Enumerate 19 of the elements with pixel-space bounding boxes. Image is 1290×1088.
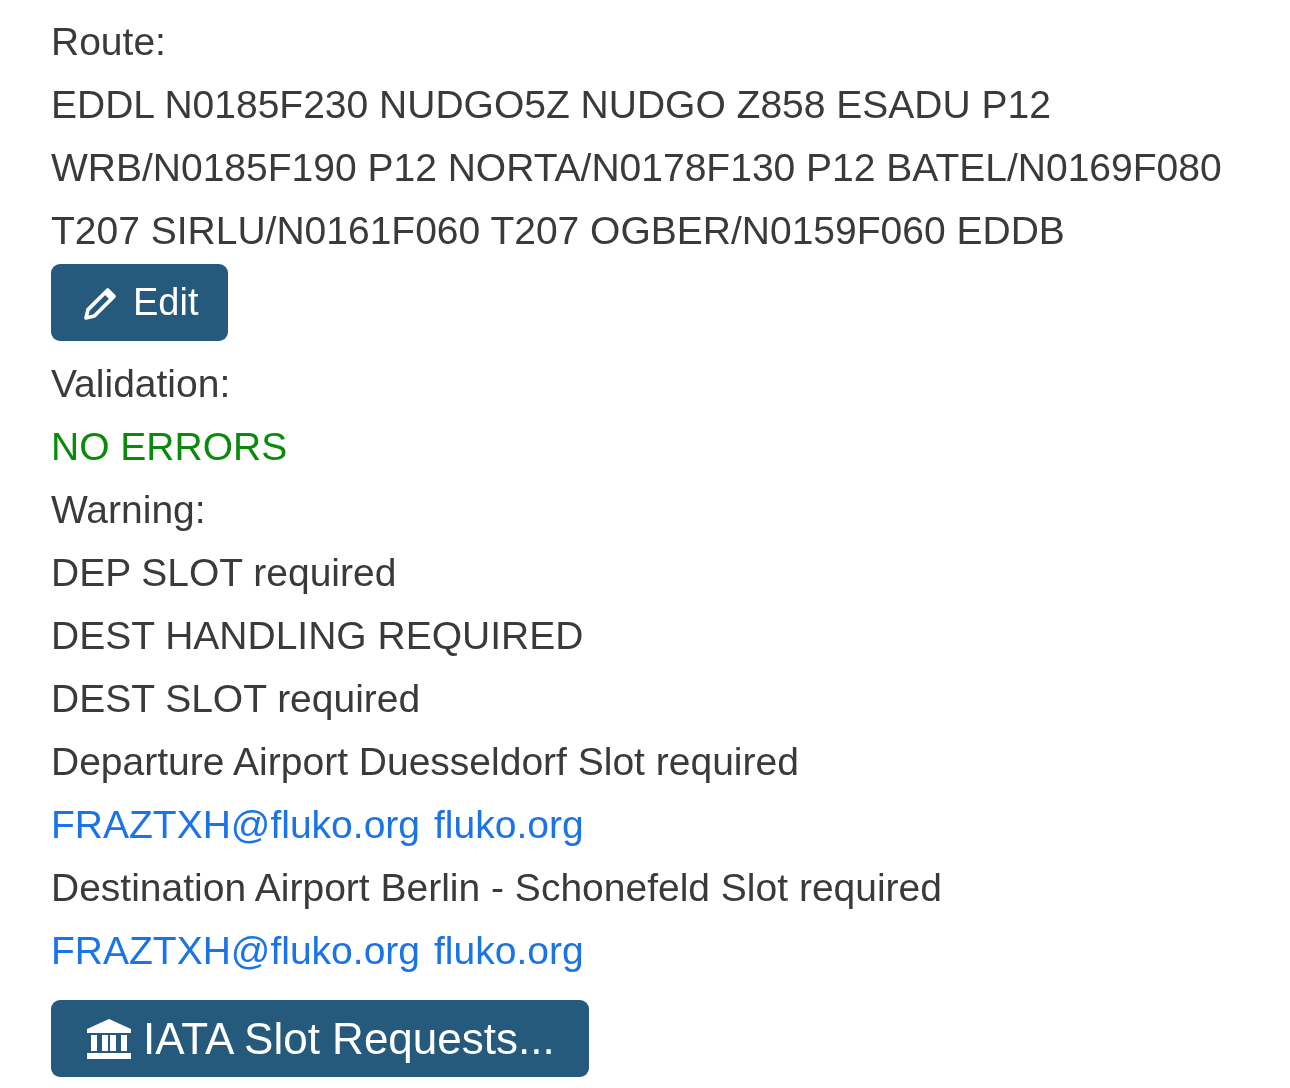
warning-label: Warning: xyxy=(51,487,207,533)
warning-text: DEP SLOT required xyxy=(51,550,398,596)
contact-link[interactable]: fluko.org xyxy=(434,793,584,856)
warning-text: Destination Airport Berlin - Schonefeld Slot required xyxy=(51,865,943,911)
edit-button[interactable]: Edit xyxy=(51,264,229,341)
warning-text: Departure Airport Duesseldorf Slot required xyxy=(51,739,800,785)
warning-text: DEST HANDLING REQUIRED xyxy=(51,613,585,659)
contact-link[interactable]: FRAZTXH@fluko.org xyxy=(51,793,420,856)
contact-link[interactable]: fluko.org xyxy=(434,919,584,982)
route-label: Route: xyxy=(51,19,167,65)
route-text: T207 SIRLU/N0161F060 T207 OGBER/N0159F060 EDDB xyxy=(51,208,1066,254)
bank-icon xyxy=(85,1016,133,1061)
route-text: EDDL N0185F230 NUDGO5Z NUDGO Z858 ESADU P12 xyxy=(51,82,1052,128)
contact-link[interactable]: FRAZTXH@fluko.org xyxy=(51,919,420,982)
validation-label: Validation: xyxy=(51,361,232,407)
slot-requests-button[interactable]: IATA Slot Requests... xyxy=(51,1000,589,1077)
route-text: WRB/N0185F190 P12 NORTA/N0178F130 P12 BATEL/N0169F080 xyxy=(51,145,1223,191)
validation-status: NO ERRORS xyxy=(51,424,289,470)
warning-text: DEST SLOT required xyxy=(51,676,422,722)
